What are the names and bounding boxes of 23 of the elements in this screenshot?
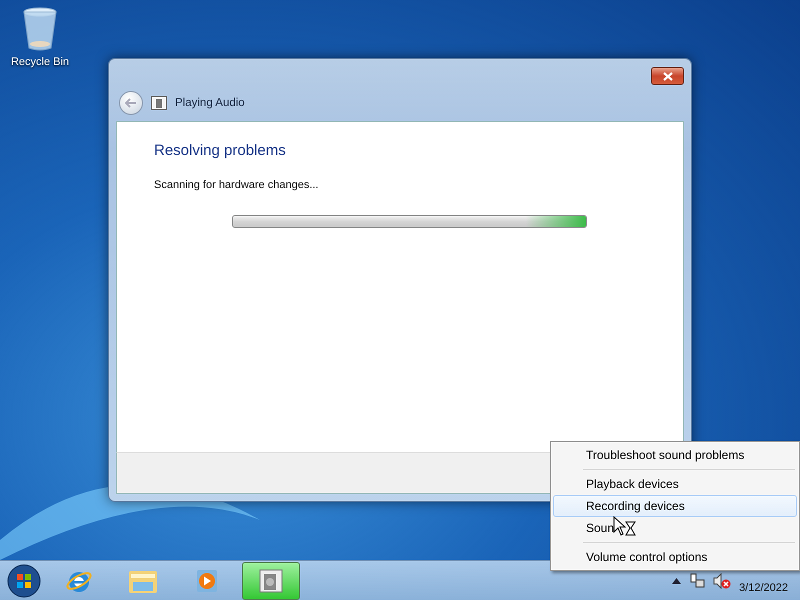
menu-item[interactable]: Troubleshoot sound problems (553, 444, 797, 466)
desktop-icon-label[interactable]: Recycle Bin (10, 56, 70, 68)
recycle-bin-icon (22, 6, 58, 52)
speaker-window-icon (257, 566, 285, 594)
status-text: Scanning for hardware changes... (154, 179, 320, 191)
back-arrow-icon (125, 98, 137, 108)
speaker-window-icon (151, 96, 167, 110)
taskbar-button[interactable] (242, 562, 300, 600)
menu-item[interactable]: Recording devices (553, 495, 797, 517)
back-button[interactable] (119, 91, 143, 115)
tray-date[interactable]: 3/12/2022 (739, 568, 788, 594)
menu-item[interactable]: Playback devices (553, 473, 797, 495)
close-button[interactable] (651, 67, 684, 85)
page-heading: Resolving problems (154, 142, 287, 159)
busy-cursor-icon (613, 516, 637, 538)
up-arrow-icon[interactable] (672, 578, 682, 584)
menu-item[interactable]: Volume control options (553, 546, 797, 568)
close-icon (662, 72, 672, 80)
muted-speaker-icon[interactable] (713, 572, 732, 588)
network-icon[interactable] (689, 572, 706, 588)
menu-item[interactable]: Soun (553, 517, 797, 539)
start-orb-icon (7, 564, 41, 598)
window-title: Playing Audio (175, 97, 245, 109)
